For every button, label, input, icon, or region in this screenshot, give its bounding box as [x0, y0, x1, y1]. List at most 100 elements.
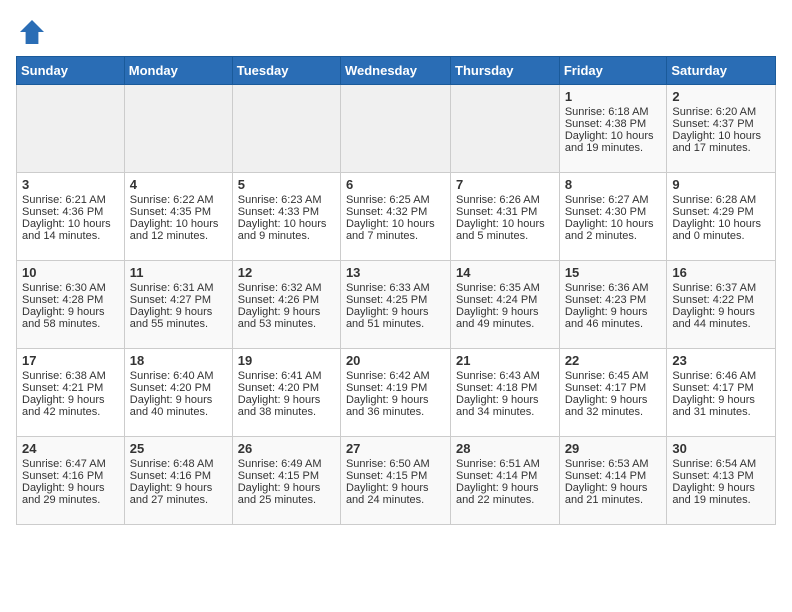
day-cell [340, 85, 450, 173]
sunrise-text: Sunrise: 6:47 AM [22, 458, 106, 470]
sunset-text: Sunset: 4:29 PM [672, 206, 753, 218]
day-number: 4 [130, 177, 227, 192]
daylight-text: Daylight: 9 hours and 46 minutes. [565, 306, 648, 330]
sunrise-text: Sunrise: 6:35 AM [456, 282, 540, 294]
daylight-text: Daylight: 9 hours and 53 minutes. [238, 306, 321, 330]
sunset-text: Sunset: 4:23 PM [565, 294, 646, 306]
day-number: 2 [672, 89, 770, 104]
day-number: 30 [672, 441, 770, 456]
day-cell: 27Sunrise: 6:50 AMSunset: 4:15 PMDayligh… [340, 437, 450, 525]
sunset-text: Sunset: 4:27 PM [130, 294, 211, 306]
day-cell: 18Sunrise: 6:40 AMSunset: 4:20 PMDayligh… [124, 349, 232, 437]
sunset-text: Sunset: 4:35 PM [130, 206, 211, 218]
sunrise-text: Sunrise: 6:27 AM [565, 194, 649, 206]
week-row-3: 10Sunrise: 6:30 AMSunset: 4:28 PMDayligh… [17, 261, 776, 349]
day-cell [17, 85, 125, 173]
sunset-text: Sunset: 4:28 PM [22, 294, 103, 306]
daylight-text: Daylight: 9 hours and 42 minutes. [22, 394, 105, 418]
sunset-text: Sunset: 4:15 PM [346, 470, 427, 482]
day-cell: 9Sunrise: 6:28 AMSunset: 4:29 PMDaylight… [667, 173, 776, 261]
page-header [16, 16, 776, 48]
day-cell: 7Sunrise: 6:26 AMSunset: 4:31 PMDaylight… [451, 173, 560, 261]
day-cell: 24Sunrise: 6:47 AMSunset: 4:16 PMDayligh… [17, 437, 125, 525]
daylight-text: Daylight: 9 hours and 25 minutes. [238, 482, 321, 506]
week-row-2: 3Sunrise: 6:21 AMSunset: 4:36 PMDaylight… [17, 173, 776, 261]
day-cell [232, 85, 340, 173]
sunset-text: Sunset: 4:36 PM [22, 206, 103, 218]
day-number: 23 [672, 353, 770, 368]
sunrise-text: Sunrise: 6:45 AM [565, 370, 649, 382]
sunset-text: Sunset: 4:14 PM [456, 470, 537, 482]
daylight-text: Daylight: 10 hours and 2 minutes. [565, 218, 654, 242]
sunrise-text: Sunrise: 6:20 AM [672, 106, 756, 118]
daylight-text: Daylight: 10 hours and 17 minutes. [672, 130, 761, 154]
day-number: 16 [672, 265, 770, 280]
day-number: 3 [22, 177, 119, 192]
day-cell: 3 Sunrise: 6:21 AMSunset: 4:36 PMDaylight… [17, 173, 125, 261]
daylight-text: Daylight: 9 hours and 44 minutes. [672, 306, 755, 330]
sunset-text: Sunset: 4:26 PM [238, 294, 319, 306]
day-number: 8 [565, 177, 662, 192]
sunrise-text: Sunrise: 6:31 AM [130, 282, 214, 294]
sunrise-text: Sunrise: 6:49 AM [238, 458, 322, 470]
day-number: 14 [456, 265, 554, 280]
day-cell: 2Sunrise: 6:20 AMSunset: 4:37 PMDaylight… [667, 85, 776, 173]
day-cell: 15Sunrise: 6:36 AMSunset: 4:23 PMDayligh… [559, 261, 667, 349]
day-number: 18 [130, 353, 227, 368]
day-cell: 17Sunrise: 6:38 AMSunset: 4:21 PMDayligh… [17, 349, 125, 437]
sunrise-text: Sunrise: 6:33 AM [346, 282, 430, 294]
daylight-text: Daylight: 10 hours and 7 minutes. [346, 218, 435, 242]
daylight-text: Daylight: 10 hours and 0 minutes. [672, 218, 761, 242]
daylight-text: Daylight: 9 hours and 49 minutes. [456, 306, 539, 330]
sunrise-text: Sunrise: 6:41 AM [238, 370, 322, 382]
day-cell: 23 Sunrise: 6:46 AMSunset: 4:17 PMDayligh… [667, 349, 776, 437]
sunset-text: Sunset: 4:21 PM [22, 382, 103, 394]
sunrise-text: Sunrise: 6:22 AM [130, 194, 214, 206]
col-header-tuesday: Tuesday [232, 57, 340, 85]
day-number: 11 [130, 265, 227, 280]
day-number: 28 [456, 441, 554, 456]
day-cell: 5Sunrise: 6:23 AMSunset: 4:33 PMDaylight… [232, 173, 340, 261]
sunrise-text: Sunrise: 6:50 AM [346, 458, 430, 470]
daylight-text: Daylight: 10 hours and 19 minutes. [565, 130, 654, 154]
day-cell: 1Sunrise: 6:18 AMSunset: 4:38 PMDaylight… [559, 85, 667, 173]
day-number: 29 [565, 441, 662, 456]
day-cell: 16Sunrise: 6:37 AMSunset: 4:22 PMDayligh… [667, 261, 776, 349]
daylight-text: Daylight: 9 hours and 29 minutes. [22, 482, 105, 506]
sunrise-text: Sunrise: 6:30 AM [22, 282, 106, 294]
sunset-text: Sunset: 4:17 PM [672, 382, 753, 394]
day-cell: 4Sunrise: 6:22 AMSunset: 4:35 PMDaylight… [124, 173, 232, 261]
day-number: 12 [238, 265, 335, 280]
day-number: 1 [565, 89, 662, 104]
day-cell: 20Sunrise: 6:42 AMSunset: 4:19 PMDayligh… [340, 349, 450, 437]
day-number: 5 [238, 177, 335, 192]
sunset-text: Sunset: 4:18 PM [456, 382, 537, 394]
sunrise-text: Sunrise: 6:48 AM [130, 458, 214, 470]
sunrise-text: Sunrise: 6:46 AM [672, 370, 756, 382]
sunset-text: Sunset: 4:33 PM [238, 206, 319, 218]
day-number: 13 [346, 265, 445, 280]
sunrise-text: Sunrise: 6:51 AM [456, 458, 540, 470]
daylight-text: Daylight: 9 hours and 51 minutes. [346, 306, 429, 330]
daylight-text: Daylight: 9 hours and 19 minutes. [672, 482, 755, 506]
week-row-4: 17Sunrise: 6:38 AMSunset: 4:21 PMDayligh… [17, 349, 776, 437]
day-number: 21 [456, 353, 554, 368]
daylight-text: Daylight: 9 hours and 55 minutes. [130, 306, 213, 330]
sunrise-text: Sunrise: 6:53 AM [565, 458, 649, 470]
day-number: 15 [565, 265, 662, 280]
day-cell [451, 85, 560, 173]
daylight-text: Daylight: 10 hours and 14 minutes. [22, 218, 111, 242]
sunrise-text: Sunrise: 6:21 AM [22, 194, 106, 206]
sunrise-text: Sunrise: 6:43 AM [456, 370, 540, 382]
sunrise-text: Sunrise: 6:18 AM [565, 106, 649, 118]
day-cell: 29Sunrise: 6:53 AMSunset: 4:14 PMDayligh… [559, 437, 667, 525]
col-header-saturday: Saturday [667, 57, 776, 85]
day-cell: 22Sunrise: 6:45 AMSunset: 4:17 PMDayligh… [559, 349, 667, 437]
daylight-text: Daylight: 9 hours and 31 minutes. [672, 394, 755, 418]
day-cell: 28 Sunrise: 6:51 AMSunset: 4:14 PMDayligh… [451, 437, 560, 525]
day-cell: 13Sunrise: 6:33 AMSunset: 4:25 PMDayligh… [340, 261, 450, 349]
day-cell: 26Sunrise: 6:49 AMSunset: 4:15 PMDayligh… [232, 437, 340, 525]
sunset-text: Sunset: 4:19 PM [346, 382, 427, 394]
sunset-text: Sunset: 4:16 PM [130, 470, 211, 482]
daylight-text: Daylight: 9 hours and 22 minutes. [456, 482, 539, 506]
